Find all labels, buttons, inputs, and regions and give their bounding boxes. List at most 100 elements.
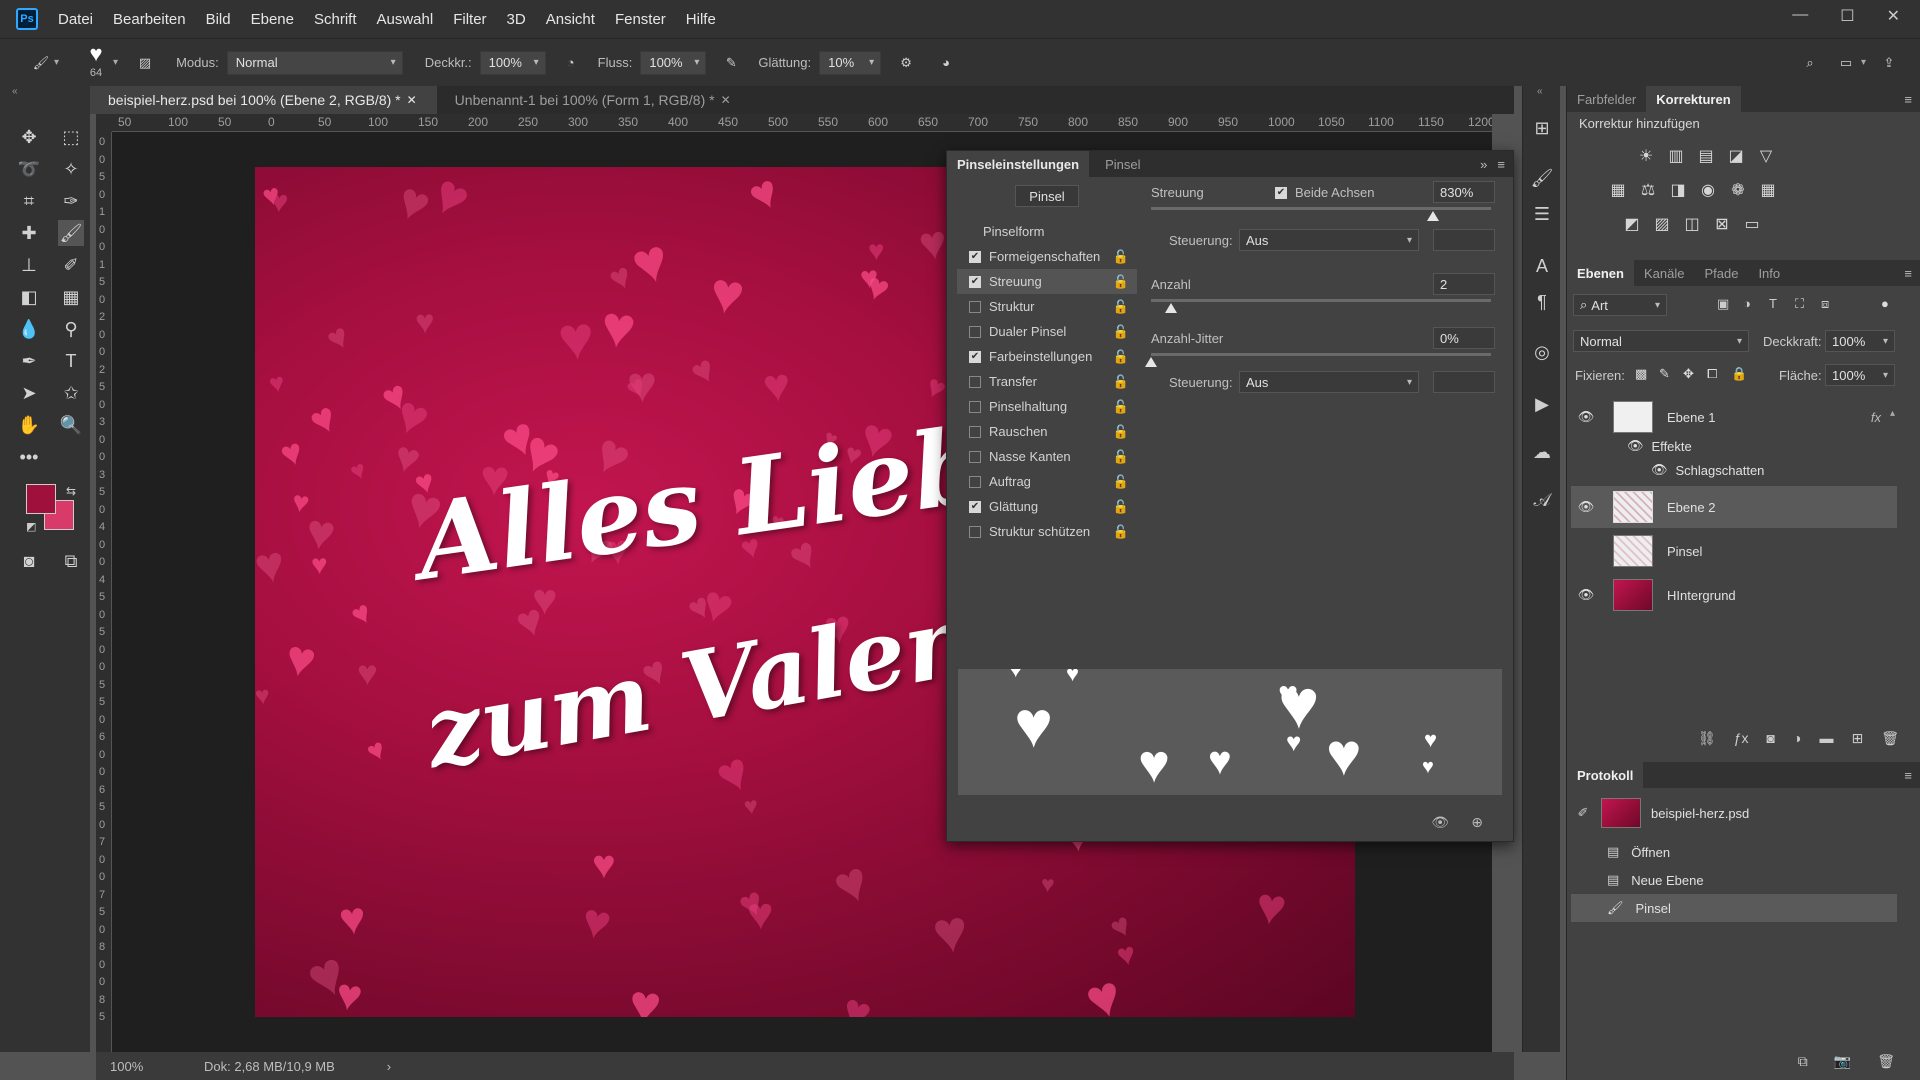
- fx-icon[interactable]: ƒx: [1734, 730, 1749, 756]
- lock-icon[interactable]: 🔓: [1113, 449, 1129, 465]
- doc-tab-unbenannt[interactable]: Unbenannt-1 bei 100% (Form 1, RGB/8) * ✕: [437, 86, 751, 114]
- zoom-level[interactable]: 100%: [110, 1059, 190, 1074]
- maximize-icon[interactable]: ☐: [1840, 6, 1854, 26]
- filter-type-icon[interactable]: T: [1769, 296, 1777, 311]
- workspace-icon[interactable]: ▭: [1835, 52, 1857, 74]
- actions-icon[interactable]: ▶: [1530, 392, 1554, 416]
- steuerung2-select[interactable]: Aus ▾: [1239, 371, 1419, 393]
- filter-toggle-icon[interactable]: ●: [1881, 296, 1889, 311]
- visibility-eye-icon[interactable]: 👁: [1651, 462, 1668, 478]
- visibility-eye-icon[interactable]: 👁: [1575, 499, 1597, 515]
- checkbox-icon[interactable]: [969, 300, 981, 313]
- layer-row-pinsel[interactable]: 👁 Pinsel: [1571, 530, 1897, 572]
- menu-ebene[interactable]: Ebene: [251, 11, 294, 28]
- brush-setting-item[interactable]: ✔ Farbeinstellungen 🔓: [957, 344, 1137, 369]
- levels-icon[interactable]: ▥: [1665, 146, 1687, 166]
- color-balance-icon[interactable]: ⚖: [1637, 180, 1659, 200]
- lock-icon[interactable]: 🔓: [1113, 249, 1129, 265]
- menu-fenster[interactable]: Fenster: [615, 11, 666, 28]
- deckkraft-field[interactable]: 100% ▾: [1825, 330, 1895, 352]
- marquee-tool-icon[interactable]: ⬚: [58, 124, 84, 150]
- tab-korrekturen[interactable]: Korrekturen: [1646, 86, 1741, 112]
- beide-achsen-checkbox[interactable]: ✔ Beide Achsen: [1275, 185, 1375, 200]
- brush-tool-icon[interactable]: 🖌: [58, 220, 84, 246]
- brush-setting-item[interactable]: Struktur 🔓: [957, 294, 1137, 319]
- panel-menu-icon[interactable]: ≡: [1497, 157, 1505, 172]
- default-colors-icon[interactable]: ◩: [26, 520, 36, 533]
- pinsel-button[interactable]: Pinsel: [1015, 185, 1079, 207]
- lock-icon[interactable]: 🔓: [1113, 424, 1129, 440]
- filter-smart-object-icon[interactable]: ⧈: [1821, 296, 1829, 312]
- foreground-color-swatch[interactable]: [26, 484, 56, 514]
- brush-setting-item[interactable]: Struktur schützen 🔓: [957, 519, 1137, 544]
- layer-row-ebene-2[interactable]: 👁 Ebene 2: [1571, 486, 1897, 528]
- lock-all-icon[interactable]: 🔒: [1731, 366, 1747, 382]
- crop-tool-icon[interactable]: ⌗: [16, 188, 42, 214]
- blend-mode-select[interactable]: Normal ▾: [1573, 330, 1749, 352]
- history-brush-icon[interactable]: ✐: [1571, 805, 1595, 821]
- hue-saturation-icon[interactable]: ▦: [1607, 180, 1629, 200]
- checkbox-icon[interactable]: [969, 425, 981, 438]
- new-layer-icon[interactable]: ⊞: [1851, 730, 1863, 756]
- zoom-tool-icon[interactable]: 🔍: [58, 412, 84, 438]
- tab-ebenen[interactable]: Ebenen: [1567, 260, 1634, 286]
- history-snapshot[interactable]: ✐ beispiel-herz.psd: [1571, 794, 1897, 832]
- threshold-icon[interactable]: ◫: [1681, 214, 1703, 234]
- vibrance-icon[interactable]: ▽: [1755, 146, 1777, 166]
- trash-icon[interactable]: 🗑: [1881, 730, 1899, 756]
- new-document-from-state-icon[interactable]: ⧉: [1798, 1053, 1808, 1070]
- pen-tool-icon[interactable]: ✒: [16, 348, 42, 374]
- swap-colors-icon[interactable]: ⇆: [66, 484, 76, 498]
- properties-icon[interactable]: ☰: [1530, 202, 1554, 226]
- eyedropper-icon[interactable]: ✑: [58, 188, 84, 214]
- brush-setting-item[interactable]: Dualer Pinsel 🔓: [957, 319, 1137, 344]
- tab-protokoll[interactable]: Protokoll: [1567, 762, 1644, 788]
- history-step-oeffnen[interactable]: ▤ Öffnen: [1571, 838, 1897, 866]
- effekte-row[interactable]: 👁 Effekte: [1627, 438, 1692, 454]
- menu-hilfe[interactable]: Hilfe: [686, 11, 716, 28]
- steuerung-extra-field[interactable]: [1433, 229, 1495, 251]
- streuung-slider[interactable]: [1151, 207, 1491, 210]
- anzahl-slider-thumb[interactable]: [1165, 303, 1178, 313]
- channel-mixer-icon[interactable]: ❁: [1727, 180, 1749, 200]
- cloud-icon[interactable]: ☁: [1530, 440, 1554, 464]
- close-icon[interactable]: ✕: [1887, 6, 1900, 26]
- steuerung2-extra-field[interactable]: [1433, 371, 1495, 393]
- history-step-pinsel[interactable]: 🖌 Pinsel: [1571, 894, 1897, 922]
- quick-selection-icon[interactable]: ✧: [58, 156, 84, 182]
- tab-pfade[interactable]: Pfade: [1694, 260, 1748, 286]
- move-tool-icon[interactable]: ✥: [16, 124, 42, 150]
- toggle-bristle-preview-icon[interactable]: 👁: [1431, 814, 1449, 831]
- chevron-up-icon[interactable]: ▴: [1890, 408, 1895, 419]
- chevron-down-icon[interactable]: ▾: [1861, 57, 1866, 68]
- gradient-map-icon[interactable]: ▭: [1741, 214, 1763, 234]
- lock-icon[interactable]: 🔓: [1113, 474, 1129, 490]
- brush-setting-item[interactable]: Transfer 🔓: [957, 369, 1137, 394]
- layer-filter-select[interactable]: ⌕ Art ▾: [1573, 294, 1667, 316]
- share-icon[interactable]: ⇪: [1878, 52, 1900, 74]
- fx-icon[interactable]: fx: [1871, 410, 1881, 425]
- brush-setting-item[interactable]: Nasse Kanten 🔓: [957, 444, 1137, 469]
- filter-shape-icon[interactable]: ⛶: [1795, 296, 1804, 312]
- lock-icon[interactable]: 🔓: [1113, 399, 1129, 415]
- menu-bild[interactable]: Bild: [206, 11, 231, 28]
- clone-stamp-icon[interactable]: ⊥: [16, 252, 42, 278]
- lock-icon[interactable]: 🔓: [1113, 349, 1129, 365]
- lock-icon[interactable]: 🔓: [1113, 499, 1129, 515]
- layer-row-ebene-1[interactable]: 👁 Ebene 1 fx ▴: [1571, 396, 1897, 438]
- snapshot-camera-icon[interactable]: 📷: [1834, 1053, 1851, 1070]
- lock-pixels-icon[interactable]: ✎: [1659, 366, 1670, 382]
- shape-tool-icon[interactable]: ✩: [58, 380, 84, 406]
- fluss-input[interactable]: 100% ▾: [640, 50, 707, 75]
- checkbox-icon[interactable]: ✔: [969, 350, 981, 363]
- healing-brush-icon[interactable]: ✚: [16, 220, 42, 246]
- search-icon[interactable]: ⌕: [1799, 52, 1821, 74]
- menu-filter[interactable]: Filter: [453, 11, 486, 28]
- checkbox-icon[interactable]: [969, 525, 981, 538]
- lock-icon[interactable]: 🔓: [1113, 324, 1129, 340]
- visibility-eye-icon[interactable]: 👁: [1575, 409, 1597, 425]
- more-tools-icon[interactable]: •••: [16, 444, 42, 470]
- visibility-eye-icon[interactable]: 👁: [1575, 587, 1597, 603]
- glaettung-input[interactable]: 10% ▾: [819, 50, 882, 75]
- posterize-icon[interactable]: ▨: [1651, 214, 1673, 234]
